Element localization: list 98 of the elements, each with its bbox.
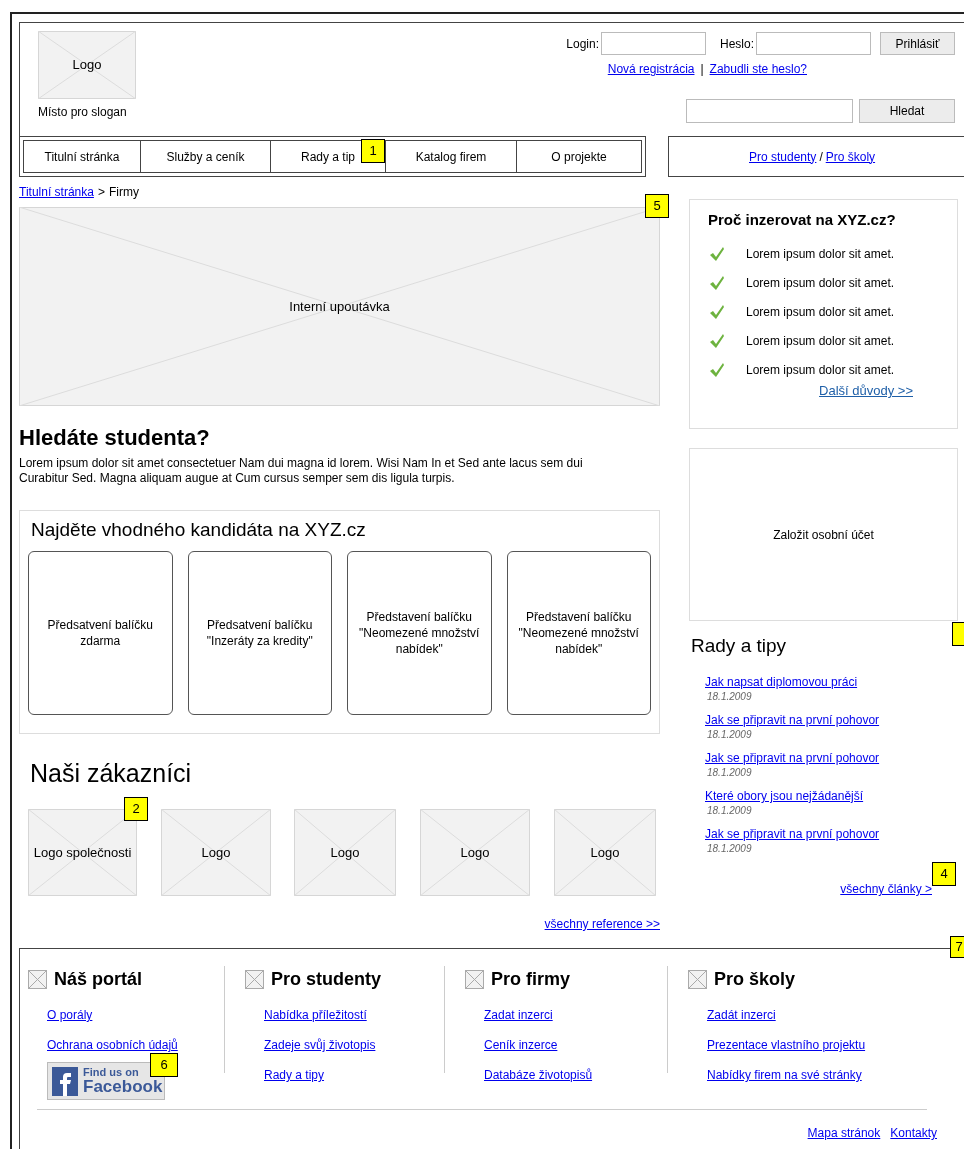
reason-text: Lorem ipsum dolor sit amet. [746,332,895,350]
password-label: Heslo: [720,35,754,53]
link[interactable]: Titulní stránka [19,183,94,201]
login-field[interactable] [601,32,706,55]
search-field[interactable] [686,99,853,123]
placeholder-label: Interní upoutávka [289,297,390,316]
card-label: Představení balíčku "Neomezené množství nabídek" [358,609,481,657]
placeholder-label: Logo [590,843,620,862]
annotation-marker: 7 [950,936,964,958]
link[interactable]: Prezentace vlastního projektu [707,1038,866,1053]
link[interactable]: Zadát inzerci [707,1008,776,1023]
link[interactable]: Ochrana osobních údajů [47,1038,178,1053]
checkmark-icon [709,274,725,291]
link[interactable]: Mapa stránok [807,1124,881,1142]
column-heading: Pro školy [714,968,796,991]
checkmark-icon [709,332,725,349]
panel-title: Najděte vhodného kandidáta na XYZ.cz [31,518,367,542]
checkmark-icon [709,303,725,320]
link[interactable]: Jak se připravit na první pohovor [705,751,880,765]
link[interactable]: Rady a tipy [264,1068,325,1083]
article-date: 18.1.2009 [707,766,753,780]
link[interactable]: všechny reference >> [544,915,660,933]
card-label: Předsatvení balíčku "Inzeráty za kredity" [206,617,313,649]
image-icon [28,970,47,989]
link[interactable]: Pro studenty [749,147,817,166]
article-date: 18.1.2009 [707,842,753,856]
link[interactable]: Které obory jsou nejžádanější [705,789,864,803]
nav-tab[interactable]: Katalog firem [415,147,487,166]
search-button[interactable]: Hledat [859,99,955,123]
section-heading: Naši zákazníci [30,758,193,789]
reason-text: Lorem ipsum dolor sit amet. [746,245,895,263]
reason-text: Lorem ipsum dolor sit amet. [746,274,895,292]
link[interactable]: Jak se připravit na první pohovor [705,827,880,841]
link[interactable]: Nabídka příležitostí [264,1008,367,1023]
link[interactable]: Zadat inzerci [484,1008,553,1023]
link[interactable]: Kontakty [890,1124,937,1142]
link[interactable]: Nová registrácia [607,60,695,78]
facebook-icon [52,1066,78,1096]
panel-title: Proč inzerovat na XYZ.cz? [708,210,897,230]
login-button[interactable]: Prihlásiť [880,32,955,55]
link[interactable]: Nabídky firem na své stránky [707,1068,862,1083]
image-icon [688,970,707,989]
placeholder-label: Logo [201,843,231,862]
link[interactable]: Zabudli ste heslo? [709,60,807,78]
intro-paragraph: Lorem ipsum dolor sit amet consectetuer Nam dui magna id lorem. Wisi Nam In et Sed ante lacus sem dui Curabitur Sed. Magna aliquam augue at Cum cursus semper sem dis ligula turpis. [19,456,584,486]
column-heading: Pro studenty [271,968,381,991]
facebook-label: Find us on [83,1067,140,1078]
nav-tab[interactable]: O projekte [551,147,607,166]
link-separator: | [700,61,704,78]
placeholder-label: Logo [330,843,360,862]
facebook-label: Facebook [83,1078,163,1095]
package-card[interactable]: Představení balíčku "Neomezené množství nabídek" [347,551,492,715]
image-icon [245,970,264,989]
nav-tab[interactable]: Titulní stránka [44,147,120,166]
article-date: 18.1.2009 [707,728,753,742]
link[interactable]: Další důvody >> [819,381,913,401]
column-heading: Náš portál [54,968,143,991]
nav-tab[interactable]: Rady a tip [301,147,355,166]
link[interactable]: všechny články > [840,880,932,898]
panel-label: Založit osobní účet [773,526,874,544]
nav-tab[interactable]: Služby a ceník [166,147,245,166]
article-date: 18.1.2009 [707,804,753,818]
link[interactable]: Pro školy [825,147,876,166]
link[interactable]: Ceník inzerce [484,1038,558,1053]
link-separator: / [819,148,823,166]
section-heading: Rady a tipy [691,634,788,658]
column-heading: Pro firmy [491,968,571,991]
image-icon [465,970,484,989]
annotation-marker: 4 [932,862,956,886]
reason-text: Lorem ipsum dolor sit amet. [746,361,895,379]
annotation-marker: 2 [124,797,148,821]
package-card[interactable]: Předsatvení balíčku zdarma [28,551,173,715]
package-card[interactable]: Představení balíčku "Neomezené množství nabídek" [506,551,651,715]
annotation-marker: 6 [150,1053,178,1077]
slogan: Místo pro slogan [38,104,128,121]
link[interactable]: Jak napsat diplomovou práci [705,675,858,689]
section-heading: Hledáte studenta? [19,424,211,452]
checkmark-icon [709,245,725,262]
link[interactable]: Databáze životopisů [484,1068,593,1083]
package-card[interactable]: Předsatvení balíčku "Inzeráty za kredity" [187,551,332,715]
annotation-marker: 1 [361,139,385,163]
annotation-marker: 5 [645,194,669,218]
reason-text: Lorem ipsum dolor sit amet. [746,303,895,321]
placeholder-label: Logo [72,56,102,75]
card-label: Předsatvení balíčku zdarma [47,617,153,649]
card-label: Představení balíčku "Neomezené množství nabídek" [517,609,640,657]
link[interactable]: Zadeje svůj životopis [264,1038,376,1053]
breadcrumb-separator: > [97,184,105,201]
breadcrumb-current: Firmy [108,184,139,201]
link[interactable]: Jak se připravit na první pohovor [705,713,880,727]
placeholder-label: Logo [460,843,490,862]
checkmark-icon [709,361,725,378]
article-date: 18.1.2009 [707,690,753,704]
login-label: Login: [566,35,599,53]
link[interactable]: O porály [47,1008,93,1023]
placeholder-label: Logo společnosti [33,843,132,862]
account-panel[interactable]: Založit osobní účet [689,448,958,621]
password-field[interactable] [756,32,871,55]
